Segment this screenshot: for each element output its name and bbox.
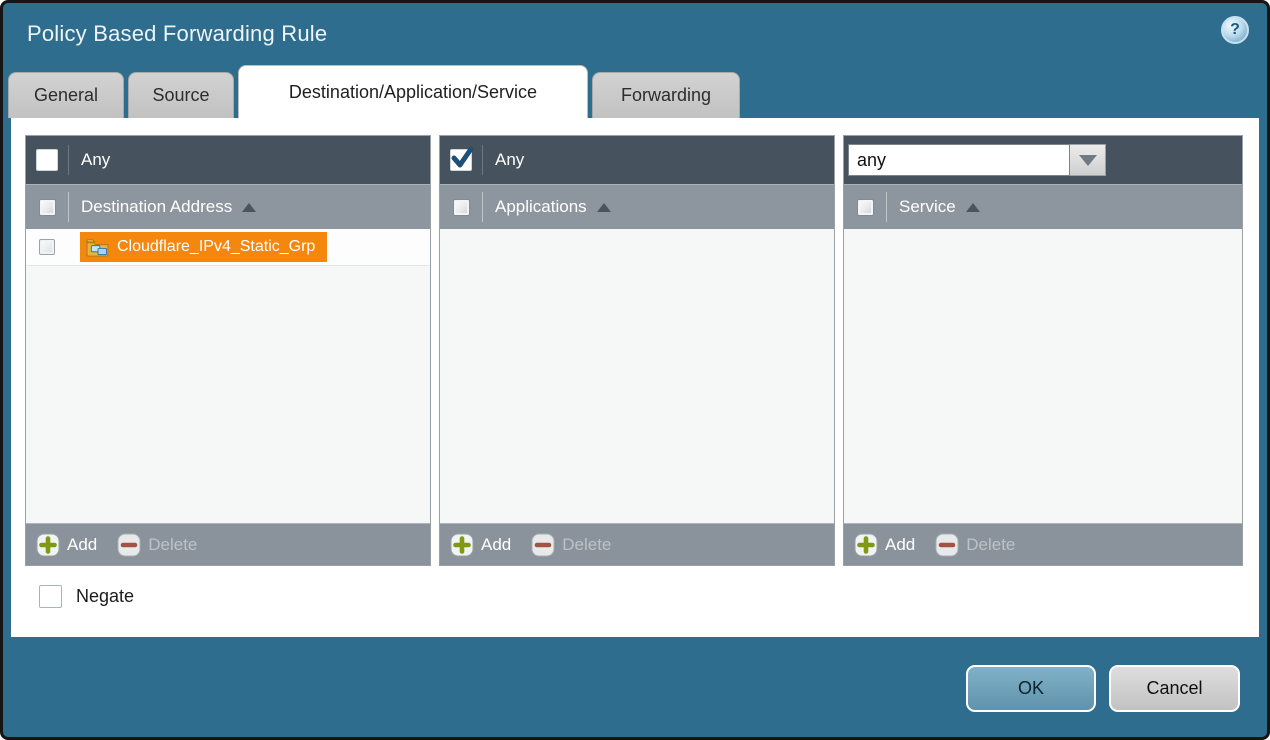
destination-footer: Add Delete	[26, 523, 430, 565]
cancel-button[interactable]: Cancel	[1109, 665, 1240, 712]
applications-delete-button[interactable]: Delete	[531, 533, 611, 557]
tab-destination-application-service[interactable]: Destination/Application/Service	[238, 65, 588, 118]
policy-based-forwarding-dialog: Policy Based Forwarding Rule ? General S…	[0, 0, 1270, 740]
tab-forwarding[interactable]: Forwarding	[592, 72, 740, 118]
delete-minus-icon	[531, 533, 555, 557]
divider	[482, 145, 483, 175]
destination-delete-button[interactable]: Delete	[117, 533, 197, 557]
add-label: Add	[885, 535, 915, 555]
service-dropdown-bar: any	[844, 136, 1242, 184]
destination-row-cloudflare[interactable]: Cloudflare_IPv4_Static_Grp	[26, 229, 430, 266]
destination-column-title: Destination Address	[81, 197, 232, 217]
tab-source[interactable]: Source	[128, 72, 234, 118]
dropdown-button[interactable]	[1070, 144, 1106, 176]
destination-select-all-checkbox[interactable]	[39, 199, 56, 216]
ok-button[interactable]: OK	[966, 665, 1096, 712]
destination-row-checkbox[interactable]	[39, 239, 55, 255]
destination-column-header[interactable]: Destination Address	[26, 184, 430, 229]
service-delete-button[interactable]: Delete	[935, 533, 1015, 557]
destination-add-button[interactable]: Add	[36, 533, 97, 557]
add-label: Add	[67, 535, 97, 555]
tab-bar: General Source Destination/Application/S…	[3, 65, 1267, 118]
delete-minus-icon	[117, 533, 141, 557]
applications-any-label: Any	[495, 150, 524, 170]
negate-option: Negate	[39, 585, 1259, 608]
destination-panel: Any Destination Address	[25, 135, 431, 566]
dialog-title: Policy Based Forwarding Rule	[27, 21, 327, 47]
add-plus-icon	[36, 533, 60, 557]
negate-checkbox[interactable]	[39, 585, 62, 608]
add-plus-icon	[854, 533, 878, 557]
delete-label: Delete	[966, 535, 1015, 555]
panels-container: Any Destination Address	[11, 118, 1259, 566]
chevron-down-icon	[1079, 155, 1097, 166]
applications-panel: Any Applications Add	[439, 135, 835, 566]
negate-label: Negate	[76, 586, 134, 607]
service-list	[844, 229, 1242, 523]
service-panel: any Service	[843, 135, 1243, 566]
service-type-dropdown[interactable]: any	[848, 144, 1106, 176]
tab-general[interactable]: General	[8, 72, 124, 118]
sort-ascending-icon	[597, 203, 611, 212]
applications-select-all-checkbox[interactable]	[453, 199, 470, 216]
service-footer: Add Delete	[844, 523, 1242, 565]
applications-column-header[interactable]: Applications	[440, 184, 834, 229]
tab-content: Any Destination Address	[11, 118, 1259, 637]
add-label: Add	[481, 535, 511, 555]
divider	[886, 192, 887, 222]
service-column-header[interactable]: Service	[844, 184, 1242, 229]
address-group-icon	[86, 238, 109, 257]
applications-add-button[interactable]: Add	[450, 533, 511, 557]
service-add-button[interactable]: Add	[854, 533, 915, 557]
service-select-all-checkbox[interactable]	[857, 199, 874, 216]
delete-label: Delete	[562, 535, 611, 555]
dialog-titlebar: Policy Based Forwarding Rule ?	[3, 3, 1267, 65]
applications-list	[440, 229, 834, 523]
destination-any-bar: Any	[26, 136, 430, 184]
add-plus-icon	[450, 533, 474, 557]
checkmark-icon	[447, 143, 477, 173]
help-icon[interactable]: ?	[1221, 16, 1249, 44]
applications-footer: Add Delete	[440, 523, 834, 565]
applications-column-title: Applications	[495, 197, 587, 217]
delete-label: Delete	[148, 535, 197, 555]
address-group-name: Cloudflare_IPv4_Static_Grp	[117, 238, 315, 256]
sort-ascending-icon	[242, 203, 256, 212]
applications-any-bar: Any	[440, 136, 834, 184]
divider	[68, 145, 69, 175]
destination-any-checkbox[interactable]	[36, 149, 58, 171]
service-type-value[interactable]: any	[848, 144, 1070, 176]
destination-any-label: Any	[81, 150, 110, 170]
divider	[68, 192, 69, 222]
applications-any-checkbox[interactable]	[450, 149, 472, 171]
selected-address-group[interactable]: Cloudflare_IPv4_Static_Grp	[80, 232, 327, 262]
destination-list: Cloudflare_IPv4_Static_Grp	[26, 229, 430, 523]
delete-minus-icon	[935, 533, 959, 557]
divider	[482, 192, 483, 222]
service-column-title: Service	[899, 197, 956, 217]
dialog-action-band: OK Cancel	[3, 637, 1267, 737]
sort-ascending-icon	[966, 203, 980, 212]
action-buttons: OK Cancel	[966, 665, 1240, 712]
